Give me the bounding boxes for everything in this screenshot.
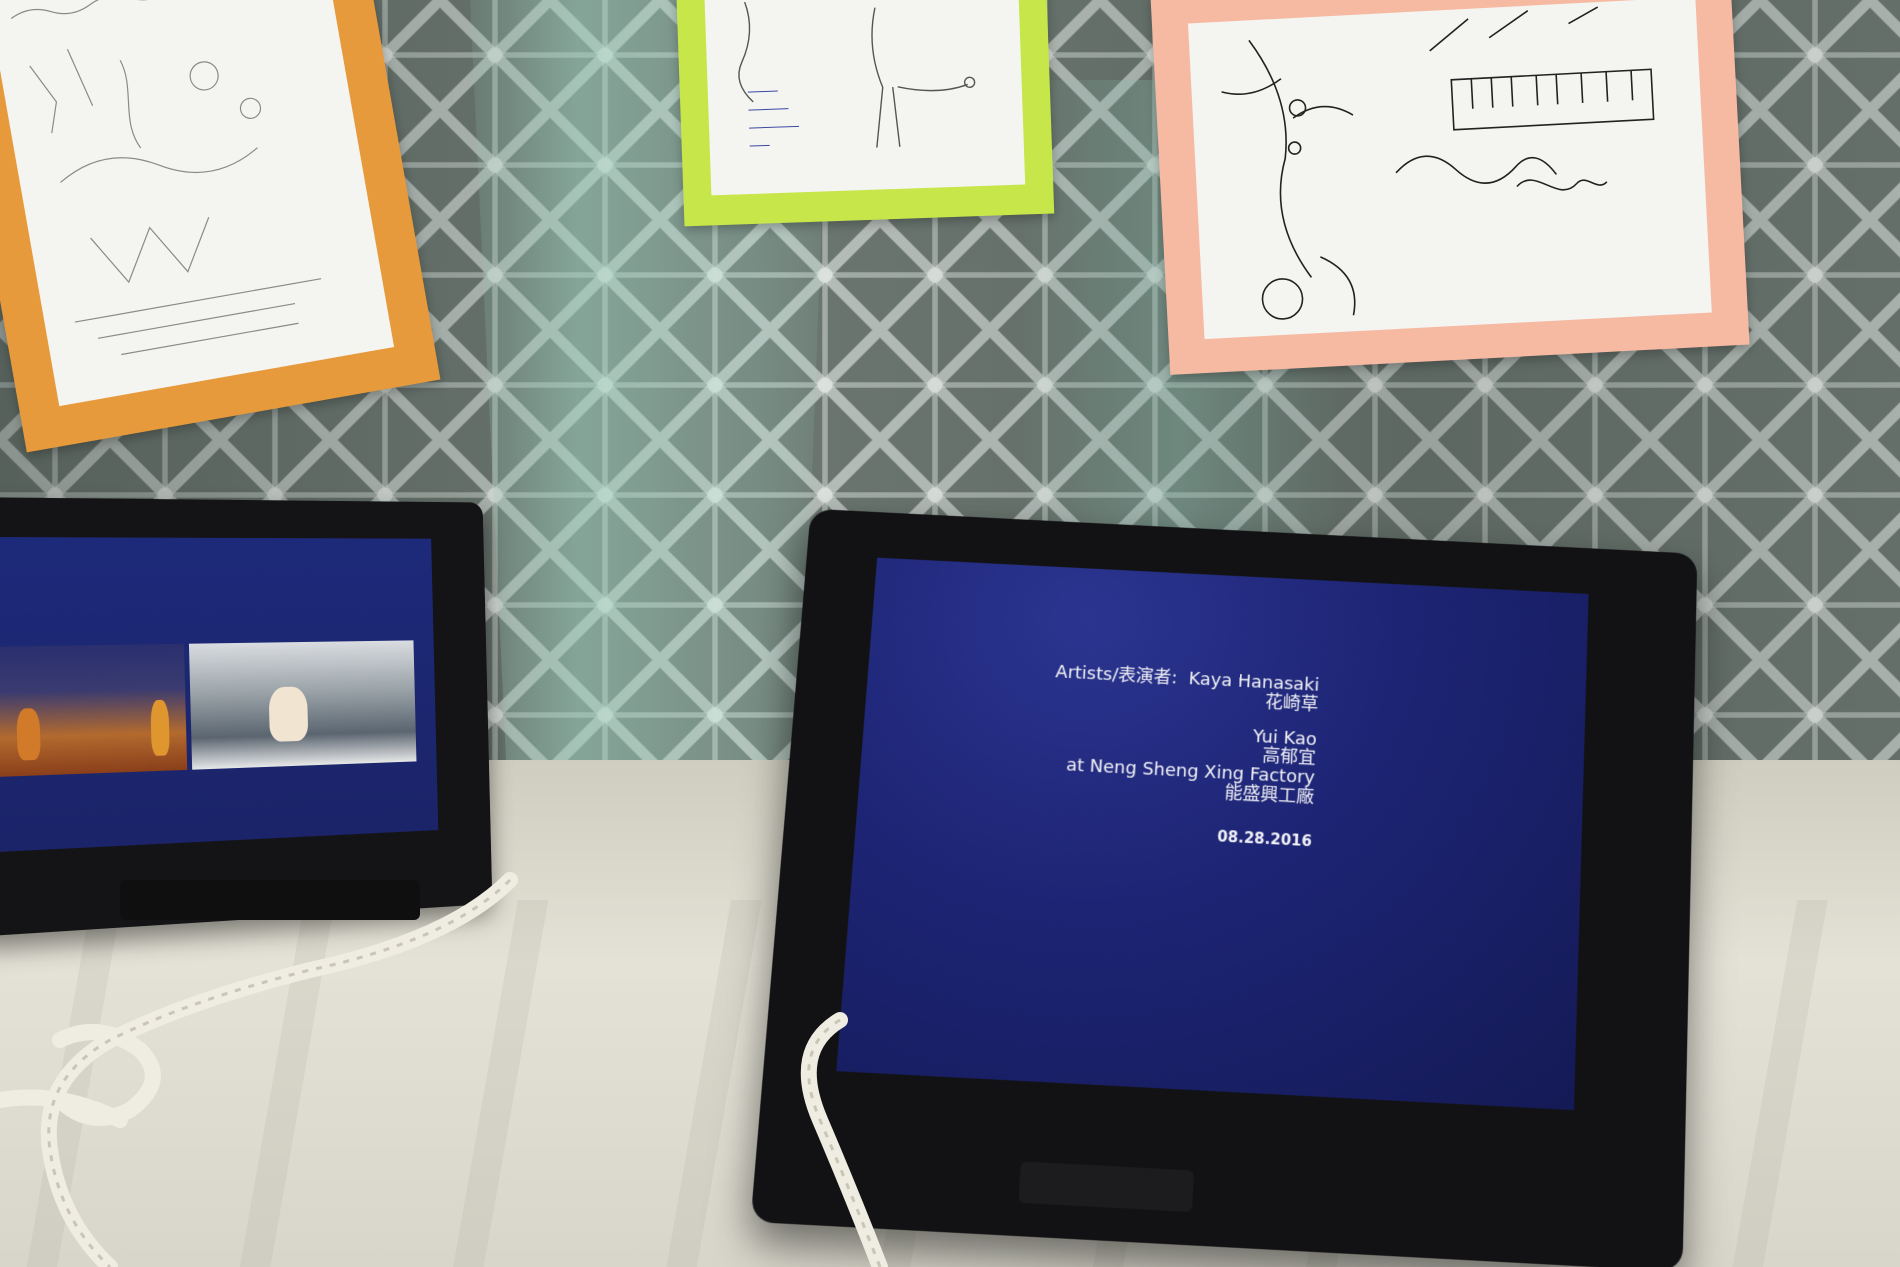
performer-figure <box>16 708 41 761</box>
drawing-paper <box>1187 0 1712 340</box>
drawing-paper <box>0 0 395 407</box>
credits-block: Artists/表演者: Kaya Hanasaki 花崎草 Yui Kao 高… <box>836 650 1320 850</box>
drawing-green-frame <box>675 0 1055 227</box>
right-tablet: Artists/表演者: Kaya Hanasaki 花崎草 Yui Kao 高… <box>750 508 1698 1267</box>
left-tablet-screen <box>0 537 439 852</box>
pencil-sketch <box>738 1 976 148</box>
left-tablet-stand <box>120 880 420 920</box>
drawing-pink-frame <box>1150 0 1750 375</box>
video-still-factory <box>188 640 417 770</box>
tablet-hinge <box>1018 1161 1195 1213</box>
drawing-paper <box>704 0 1026 196</box>
video-still-stage <box>0 643 188 777</box>
pencil-sketch <box>10 0 322 356</box>
left-tablet <box>0 497 493 938</box>
drawing-orange-frame <box>0 0 441 453</box>
performer-figure <box>268 686 309 742</box>
performer-figure <box>150 699 170 756</box>
photo-scene: Artists/表演者: Kaya Hanasaki 花崎草 Yui Kao 高… <box>0 0 1900 1267</box>
right-tablet-screen: Artists/表演者: Kaya Hanasaki 花崎草 Yui Kao 高… <box>836 557 1589 1111</box>
pencil-sketch <box>1221 6 1655 320</box>
performance-date: 08.28.2016 <box>1216 827 1313 850</box>
